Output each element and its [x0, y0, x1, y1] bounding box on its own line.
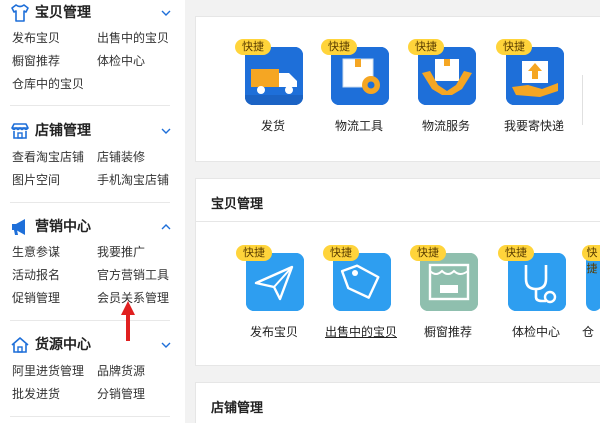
- sidebar-section-baby: 宝贝管理 发布宝贝 出售中的宝贝 橱窗推荐 体检中心 仓库中的宝贝: [0, 0, 185, 100]
- sidebar-section-source: 货源中心 阿里进货管理 品牌货源 批发进货 分销管理: [0, 334, 185, 414]
- quick-badge: 快捷: [410, 245, 446, 261]
- panel-baby-management: 宝贝管理 快捷 发布宝贝 快捷 出售中的宝贝 快捷 橱窗推荐 快捷 体检中心 快…: [195, 178, 600, 366]
- tile-label: 仓: [582, 325, 595, 339]
- price-tag-icon: [333, 253, 391, 311]
- tile-warehouse[interactable]: 快捷 仓: [582, 245, 600, 341]
- sidebar-link[interactable]: 仓库中的宝贝: [12, 76, 84, 92]
- divider: [10, 202, 170, 203]
- chevron-down-icon[interactable]: [161, 340, 171, 350]
- divider: [582, 75, 583, 125]
- tile-ship[interactable]: 快捷 发货: [235, 39, 311, 135]
- tile-send-express[interactable]: 快捷 我要寄快递: [496, 39, 572, 135]
- divider: [196, 221, 600, 222]
- sidebar-link[interactable]: 生意参谋: [12, 244, 60, 260]
- sidebar-section-header-source[interactable]: 货源中心: [10, 334, 175, 356]
- sidebar-section-title: 营销中心: [35, 219, 91, 235]
- sidebar-section-header-shop[interactable]: 店铺管理: [10, 120, 175, 142]
- sidebar-link[interactable]: 橱窗推荐: [12, 53, 60, 69]
- chevron-down-icon[interactable]: [161, 8, 171, 18]
- sidebar-link[interactable]: 查看淘宝店铺: [12, 149, 84, 165]
- paper-plane-icon: [246, 253, 304, 311]
- tile-label: 出售中的宝贝: [324, 325, 397, 339]
- divider: [10, 105, 170, 106]
- quick-badge: 快捷: [235, 39, 271, 55]
- quick-badge: 快捷: [498, 245, 534, 261]
- tile-publish-item[interactable]: 快捷 发布宝贝: [236, 245, 312, 341]
- annotation-arrow: [121, 301, 135, 341]
- tile-health-check[interactable]: 快捷 体检中心: [498, 245, 574, 341]
- house-icon: [11, 337, 29, 353]
- tile-label: 物流服务: [421, 119, 470, 133]
- package-gear-icon: [331, 47, 389, 105]
- truck-icon: [245, 47, 303, 105]
- panel-logistics: 快捷 发货 快捷 物流工具 快捷 物流服务 快捷 我要寄快递: [195, 16, 600, 162]
- quick-badge: 快捷: [582, 245, 600, 275]
- sidebar-section-header-marketing[interactable]: 营销中心: [10, 216, 175, 238]
- sidebar-link[interactable]: 我要推广: [97, 244, 145, 260]
- tile-label: 发布宝贝: [249, 325, 298, 339]
- tile-label: 橱窗推荐: [423, 325, 472, 339]
- sidebar-link[interactable]: 分销管理: [97, 386, 145, 402]
- sidebar-link[interactable]: 图片空间: [12, 172, 60, 188]
- sidebar: 宝贝管理 发布宝贝 出售中的宝贝 橱窗推荐 体检中心 仓库中的宝贝 店铺管理 查…: [0, 0, 185, 423]
- sidebar-section-shop: 店铺管理 查看淘宝店铺 店铺装修 图片空间 手机淘宝店铺: [0, 120, 185, 200]
- tile-showcase[interactable]: 快捷 橱窗推荐: [410, 245, 486, 341]
- tile-logistics-service[interactable]: 快捷 物流服务: [408, 39, 484, 135]
- sidebar-link[interactable]: 手机淘宝店铺: [97, 172, 169, 188]
- tile-label: 体检中心: [511, 325, 560, 339]
- tile-label: 我要寄快递: [503, 119, 564, 133]
- chevron-down-icon[interactable]: [161, 126, 171, 136]
- tile-label: 发货: [260, 119, 285, 133]
- quick-badge: 快捷: [496, 39, 532, 55]
- stethoscope-icon: [508, 253, 566, 311]
- sidebar-link[interactable]: 体检中心: [97, 53, 145, 69]
- chevron-up-icon[interactable]: [161, 222, 171, 232]
- sidebar-section-header-baby[interactable]: 宝贝管理: [10, 2, 175, 24]
- megaphone-icon: [12, 219, 25, 235]
- divider: [10, 320, 170, 321]
- divider: [10, 416, 170, 417]
- hand-package-icon: [506, 47, 564, 105]
- panel-title: 店铺管理: [211, 401, 264, 416]
- tile-label: 物流工具: [334, 119, 383, 133]
- tile-items-on-sale[interactable]: 快捷 出售中的宝贝: [323, 245, 399, 341]
- sidebar-link[interactable]: 阿里进货管理: [12, 363, 84, 379]
- panel-shop-management: 店铺管理: [195, 382, 600, 423]
- sidebar-link[interactable]: 促销管理: [12, 290, 60, 306]
- panel-title: 宝贝管理: [211, 197, 264, 212]
- sidebar-link[interactable]: 出售中的宝贝: [97, 30, 169, 46]
- sidebar-link[interactable]: 品牌货源: [97, 363, 145, 379]
- sidebar-link[interactable]: 店铺装修: [97, 149, 145, 165]
- quick-badge: 快捷: [408, 39, 444, 55]
- sidebar-section-title: 店铺管理: [35, 123, 91, 139]
- quick-badge: 快捷: [323, 245, 359, 261]
- sidebar-link[interactable]: 批发进货: [12, 386, 60, 402]
- hands-package-icon: [418, 47, 476, 105]
- quick-badge: 快捷: [236, 245, 272, 261]
- shirt-icon: [11, 4, 29, 22]
- sidebar-section-title: 货源中心: [35, 337, 91, 353]
- tile-logistics-tools[interactable]: 快捷 物流工具: [321, 39, 397, 135]
- sidebar-section-marketing: 营销中心 生意参谋 我要推广 活动报名 官方营销工具 促销管理 会员关系管理: [0, 216, 185, 316]
- showcase-icon: [420, 253, 478, 311]
- sidebar-section-title: 宝贝管理: [35, 5, 91, 21]
- quick-badge: 快捷: [321, 39, 357, 55]
- shop-icon: [11, 123, 29, 139]
- sidebar-link[interactable]: 官方营销工具: [97, 267, 169, 283]
- sidebar-link[interactable]: 活动报名: [12, 267, 60, 283]
- sidebar-link[interactable]: 发布宝贝: [12, 30, 60, 46]
